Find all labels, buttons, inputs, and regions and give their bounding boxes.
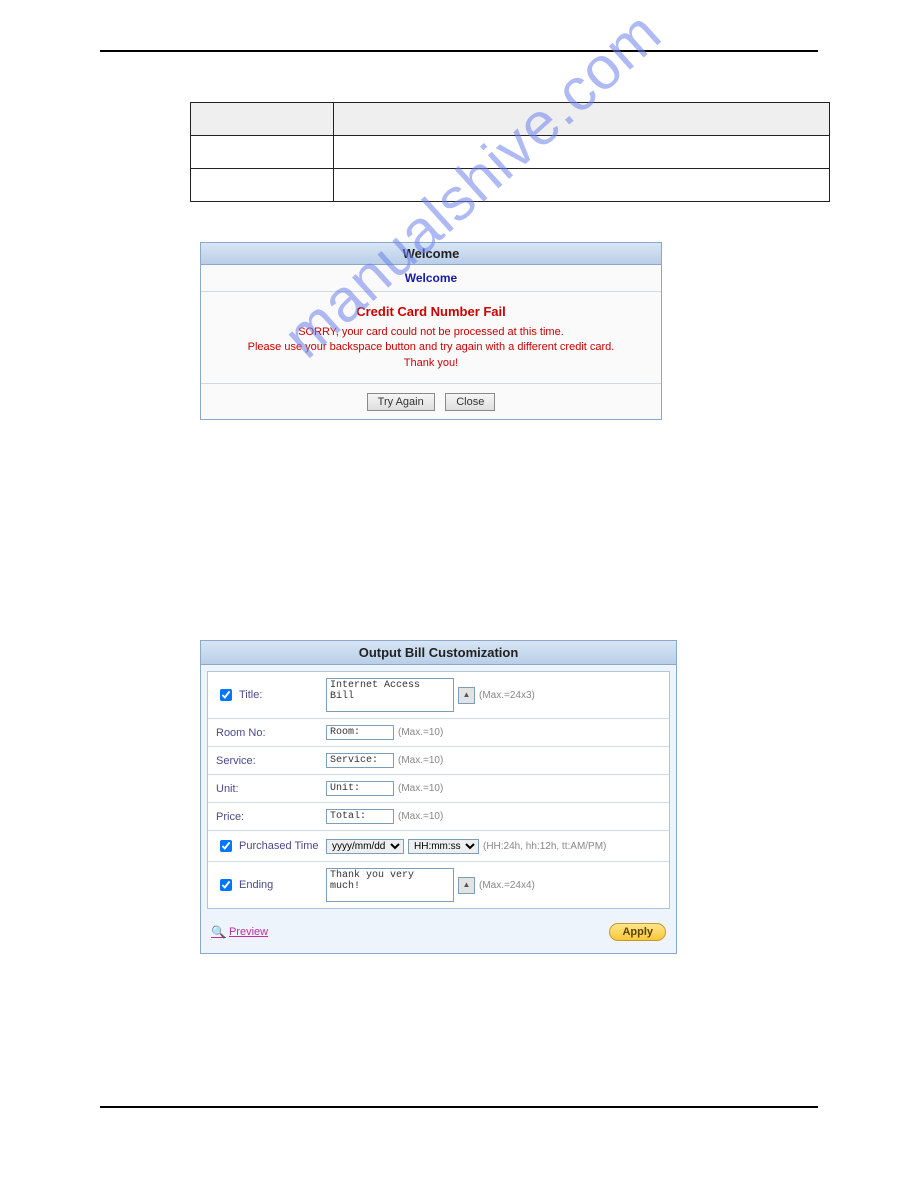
title-label: Title:: [239, 689, 262, 701]
top-rule: [100, 50, 818, 52]
service-input[interactable]: [326, 753, 394, 768]
title-textarea[interactable]: Internet Access Bill: [326, 678, 454, 712]
ending-checkbox[interactable]: [220, 879, 232, 891]
output-bill-panel: Output Bill Customization Title: Interne…: [200, 640, 677, 954]
try-again-button[interactable]: Try Again: [367, 393, 435, 411]
purchased-checkbox[interactable]: [220, 840, 232, 852]
title-checkbox[interactable]: [220, 689, 232, 701]
room-hint: (Max.=10): [398, 727, 443, 738]
unit-input[interactable]: [326, 781, 394, 796]
unit-label: Unit:: [216, 783, 239, 795]
close-button[interactable]: Close: [445, 393, 495, 411]
apply-button[interactable]: Apply: [609, 923, 666, 941]
service-label: Service:: [216, 755, 256, 767]
ending-label: Ending: [239, 879, 273, 891]
purchased-hint: (HH:24h, hh:12h, tt:AM/PM): [483, 841, 606, 852]
price-label: Price:: [216, 811, 244, 823]
unit-hint: (Max.=10): [398, 783, 443, 794]
ending-hint: (Max.=24x4): [479, 880, 535, 891]
fail-heading: Credit Card Number Fail: [201, 292, 661, 325]
panel-title: Output Bill Customization: [201, 641, 676, 665]
service-hint: (Max.=10): [398, 755, 443, 766]
ending-textarea[interactable]: Thank you very much!: [326, 868, 454, 902]
date-format-select[interactable]: yyyy/mm/dd: [326, 839, 404, 854]
purchased-label: Purchased Time: [239, 840, 318, 852]
price-hint: (Max.=10): [398, 811, 443, 822]
room-input[interactable]: [326, 725, 394, 740]
magnify-icon: 🔍: [211, 925, 226, 939]
time-format-select[interactable]: HH:mm:ss: [408, 839, 479, 854]
bottom-rule: [100, 1106, 818, 1108]
panel-title: Welcome: [201, 243, 661, 265]
scroll-up-icon[interactable]: ▲: [458, 877, 475, 894]
title-hint: (Max.=24x3): [479, 690, 535, 701]
welcome-panel: Welcome Welcome Credit Card Number Fail …: [200, 242, 662, 420]
room-label: Room No:: [216, 727, 266, 739]
scroll-up-icon[interactable]: ▲: [458, 687, 475, 704]
fail-message: SORRY, your card could not be processed …: [201, 325, 661, 384]
price-input[interactable]: [326, 809, 394, 824]
welcome-subtitle: Welcome: [201, 265, 661, 292]
preview-link[interactable]: 🔍 Preview: [211, 925, 268, 939]
blank-table: [190, 102, 830, 202]
